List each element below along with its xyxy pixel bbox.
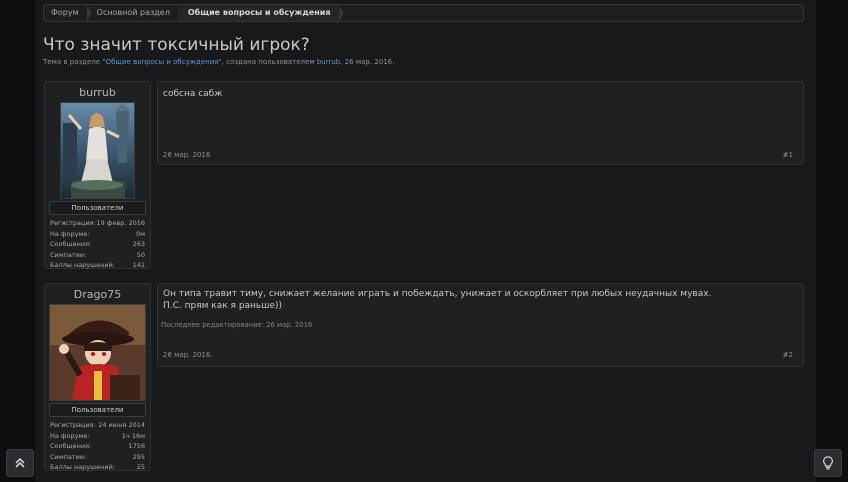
stat-registration: Регистрация: 19 февр. 2016 <box>45 218 150 229</box>
stat-messages: Сообщения: 263 <box>45 239 150 250</box>
user-stats: Регистрация: 19 февр. 2016 На форуме: 0м С… <box>45 215 150 271</box>
post-date[interactable]: 26 мар. 2016. <box>163 351 213 359</box>
user-card: burrub Пользователи Регистрация: 19 февр.… <box>44 81 151 269</box>
meta-prefix: Тема в разделе " <box>43 58 106 66</box>
stat-registration: Регистрация: 24 июня 2014 <box>45 420 150 431</box>
post-body: Он типа травит тиму, снижает желание игр… <box>157 283 804 367</box>
post-date[interactable]: 26 мар. 2016 <box>163 151 210 159</box>
stat-label: Сообщения: <box>50 240 92 248</box>
lightbulb-toggle-button[interactable] <box>814 449 842 477</box>
stat-label: Симпатии: <box>50 452 87 461</box>
stat-value[interactable]: 263 <box>133 239 145 250</box>
stat-likes: Симпатии: 295 <box>45 452 150 463</box>
stat-messages: Сообщения: 1756 <box>45 441 150 452</box>
page-title: Что значит токсичный игрок? <box>43 35 310 55</box>
stat-label: Симпатии: <box>50 250 87 259</box>
meta-section-link[interactable]: Общие вопросы и обсуждения <box>106 58 219 66</box>
stat-value: 25 <box>136 463 145 471</box>
left-margin <box>0 0 35 482</box>
post-text-line: П.С. прям как я раньше)) <box>163 301 283 311</box>
scroll-top-button[interactable] <box>6 449 34 477</box>
meta-author-link[interactable]: burrub <box>317 58 340 66</box>
avatar[interactable] <box>49 304 146 401</box>
thread-meta: Тема в разделе "Общие вопросы и обсужден… <box>43 58 394 66</box>
stat-label: Баллы нарушений: <box>50 261 115 269</box>
post-text-line: Он типа травит тиму, снижает желание игр… <box>163 289 712 299</box>
breadcrumb-general-questions[interactable]: Общие вопросы и обсуждения <box>177 5 344 21</box>
stat-value: 50 <box>136 250 145 259</box>
stat-online: На форуме: 0м <box>45 229 150 240</box>
stat-label: Регистрация: <box>50 421 96 429</box>
username[interactable]: burrub <box>45 82 150 102</box>
stat-value: 19 февр. 2016 <box>96 219 145 227</box>
stat-label: Регистрация: <box>50 219 96 227</box>
stat-warning-points: Баллы нарушений: 25 <box>45 462 150 473</box>
avatar[interactable] <box>60 102 135 199</box>
user-stats: Регистрация: 24 июня 2014 На форуме: 1ч 16… <box>45 417 150 473</box>
stat-value[interactable]: 1756 <box>128 441 145 452</box>
stat-value: 24 июня 2014 <box>98 421 145 429</box>
double-chevron-up-icon <box>15 457 25 468</box>
user-group-badge: Пользователи <box>49 403 146 417</box>
stat-value: 0м <box>135 229 145 238</box>
post-edit-note: Последнее редактирование: 26 мар. 2016 <box>161 321 313 329</box>
post-number[interactable]: #2 <box>783 351 793 359</box>
right-margin <box>816 0 848 482</box>
breadcrumb-forum[interactable]: Форум <box>44 5 92 21</box>
post-text-line: собсна сабж <box>163 89 223 99</box>
stat-likes: Симпатии: 50 <box>45 250 150 261</box>
meta-middle: ", создана пользователем <box>218 58 317 66</box>
stat-label: На форуме: <box>50 431 90 440</box>
stat-label: Сообщения: <box>50 442 92 450</box>
stat-value: 295 <box>132 452 145 461</box>
lightbulb-icon <box>823 456 833 470</box>
breadcrumb-main-section[interactable]: Основной раздел <box>87 5 184 21</box>
page-content <box>35 0 816 482</box>
username[interactable]: Drago75 <box>45 284 150 304</box>
stat-warning-points: Баллы нарушений: 141 <box>45 260 150 271</box>
stat-label: Баллы нарушений: <box>50 463 115 471</box>
user-card: Drago75 Пользователи Регистрация: 24 июня… <box>44 283 151 471</box>
stat-value: 1ч 16м <box>121 431 145 440</box>
post-body: собсна сабж 26 мар. 2016 #1 <box>157 81 804 165</box>
post-number[interactable]: #1 <box>783 151 793 159</box>
breadcrumb: Форум Основной раздел Общие вопросы и об… <box>43 4 804 22</box>
meta-date: , 26 мар. 2016. <box>340 58 395 66</box>
stat-online: На форуме: 1ч 16м <box>45 431 150 442</box>
stat-label: На форуме: <box>50 229 90 238</box>
stat-value: 141 <box>132 261 145 269</box>
user-group-badge: Пользователи <box>49 201 146 215</box>
